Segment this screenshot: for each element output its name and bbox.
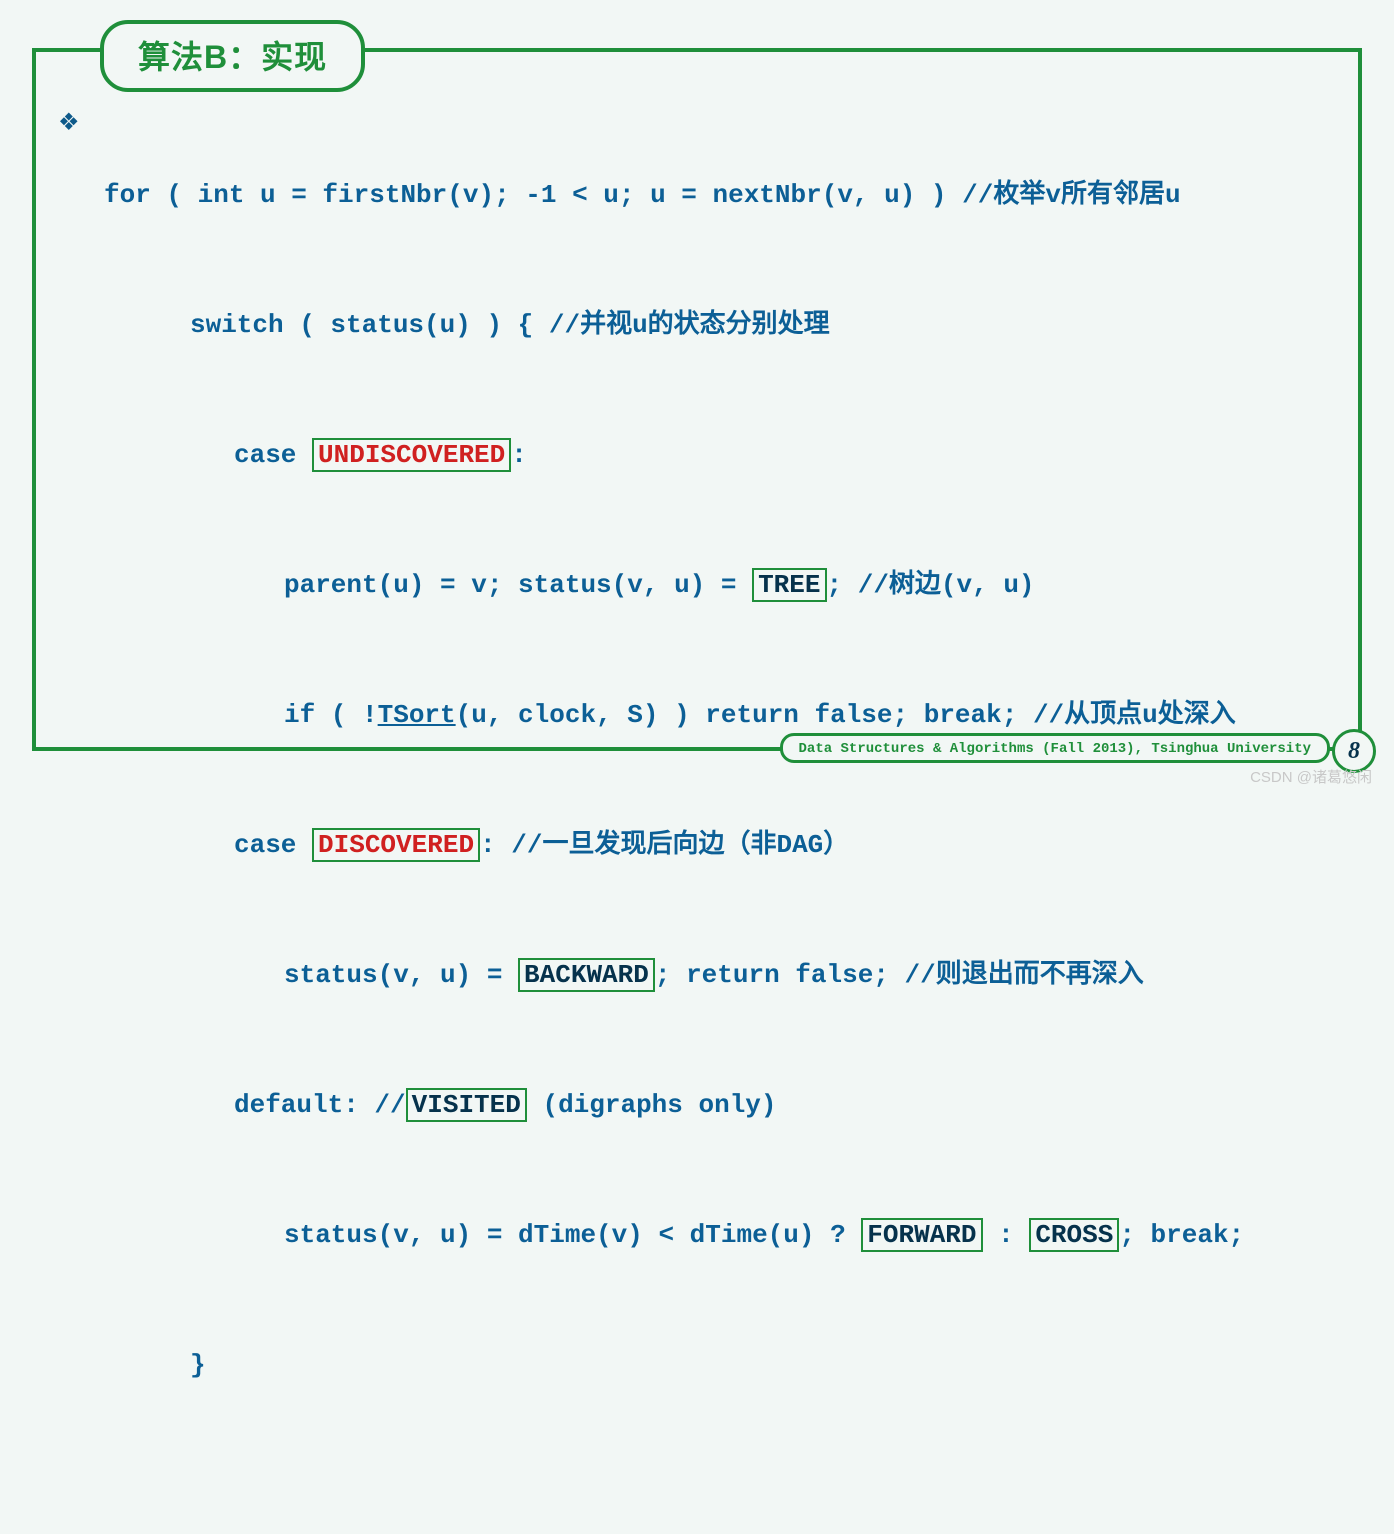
code-text: parent(u) = v; status(v, u) = xyxy=(284,570,752,600)
page-number: 8 xyxy=(1348,738,1360,765)
code-line-10: } xyxy=(190,1333,1244,1398)
code-text: default: // xyxy=(234,1090,406,1120)
code-text: (digraphs only) xyxy=(527,1090,777,1120)
code-line-7: status(v, u) = BACKWARD; return false; /… xyxy=(284,943,1244,1008)
code-line-4: parent(u) = v; status(v, u) = TREE; //树边… xyxy=(284,553,1244,618)
code-text: status(v, u) = xyxy=(284,960,518,990)
status-box-undiscovered: UNDISCOVERED xyxy=(312,438,511,472)
status-box-discovered: DISCOVERED xyxy=(312,828,480,862)
code-text: : xyxy=(511,440,527,470)
code-comment: //从顶点u处深入 xyxy=(1033,700,1236,730)
edge-box-tree: TREE xyxy=(752,568,826,602)
watermark: CSDN @诸葛悠闲 xyxy=(1250,766,1372,787)
code-line-8: default: //VISITED (digraphs only) xyxy=(234,1073,1244,1138)
code-func-tsort: TSort xyxy=(378,700,456,730)
slide-title-pill: 算法B：实现 xyxy=(100,20,365,92)
code-text: (u, clock, S) ) return false; break; xyxy=(456,700,1033,730)
code-block: for ( int u = firstNbr(v); -1 < u; u = n… xyxy=(104,98,1244,1528)
code-text: case xyxy=(234,830,312,860)
code-text: switch ( status(u) ) { xyxy=(190,310,549,340)
code-text: status(v, u) = dTime(v) < dTime(u) ? xyxy=(284,1220,861,1250)
content-area: ❖ for ( int u = firstNbr(v); -1 < u; u =… xyxy=(58,98,1354,737)
code-text: } xyxy=(190,1350,206,1380)
status-box-visited: VISITED xyxy=(406,1088,527,1122)
code-line-2: switch ( status(u) ) { //并视u的状态分别处理 xyxy=(190,293,1244,358)
code-comment: //并视u的状态分别处理 xyxy=(549,310,830,340)
edge-box-forward: FORWARD xyxy=(861,1218,982,1252)
code-text: if ( ! xyxy=(284,700,378,730)
bullet-icon: ❖ xyxy=(58,108,80,138)
code-text: ; break; xyxy=(1119,1220,1244,1250)
code-comment: //一旦发现后向边（非DAG） xyxy=(511,830,849,860)
code-text: case xyxy=(234,440,312,470)
code-line-9: status(v, u) = dTime(v) < dTime(u) ? FOR… xyxy=(284,1203,1244,1268)
code-text: for ( int u = firstNbr(v); -1 < u; u = n… xyxy=(104,180,962,210)
code-line-6: case DISCOVERED: //一旦发现后向边（非DAG） xyxy=(234,813,1244,878)
code-text: : xyxy=(480,830,511,860)
footer-text: Data Structures & Algorithms (Fall 2013)… xyxy=(799,741,1311,757)
code-comment: //则退出而不再深入 xyxy=(905,960,1144,990)
edge-box-cross: CROSS xyxy=(1029,1218,1119,1252)
code-line-1: for ( int u = firstNbr(v); -1 < u; u = n… xyxy=(104,163,1244,228)
edge-box-backward: BACKWARD xyxy=(518,958,655,992)
code-comment: //枚举v所有邻居u xyxy=(962,180,1180,210)
code-line-3: case UNDISCOVERED: xyxy=(234,423,1244,488)
footer-pill: Data Structures & Algorithms (Fall 2013)… xyxy=(780,733,1330,763)
code-text: : xyxy=(983,1220,1030,1250)
code-comment: //树边(v, u) xyxy=(858,570,1035,600)
code-text: ; xyxy=(827,570,858,600)
code-text: ; return false; xyxy=(655,960,905,990)
slide-title: 算法B：实现 xyxy=(138,39,327,75)
